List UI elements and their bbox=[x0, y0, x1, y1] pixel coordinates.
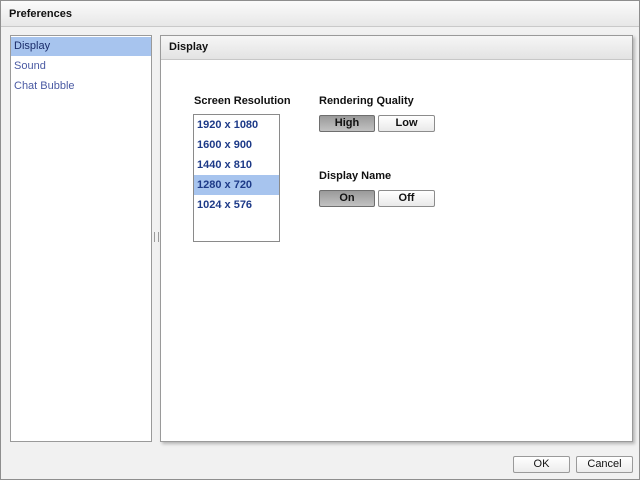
rendering-low-button[interactable]: Low bbox=[378, 115, 435, 132]
display-panel: Display Screen Resolution 1920 x 1080 16… bbox=[160, 35, 633, 442]
screen-resolution-list[interactable]: 1920 x 1080 1600 x 900 1440 x 810 1280 x… bbox=[193, 114, 280, 242]
display-name-label: Display Name bbox=[319, 170, 392, 182]
resolution-option-1440x810[interactable]: 1440 x 810 bbox=[194, 155, 279, 175]
rendering-quality-label: Rendering Quality bbox=[319, 95, 414, 107]
preferences-dialog: Preferences Display Sound Chat Bubble Di… bbox=[0, 0, 640, 480]
display-name-on-button[interactable]: On bbox=[319, 190, 375, 207]
window-title: Preferences bbox=[9, 8, 72, 20]
rendering-high-button[interactable]: High bbox=[319, 115, 375, 132]
screen-resolution-label: Screen Resolution bbox=[194, 95, 291, 107]
panel-title: Display bbox=[161, 36, 632, 60]
ok-button[interactable]: OK bbox=[513, 456, 570, 473]
display-name-off-button[interactable]: Off bbox=[378, 190, 435, 207]
resolution-option-1920x1080[interactable]: 1920 x 1080 bbox=[194, 115, 279, 135]
resolution-option-1280x720[interactable]: 1280 x 720 bbox=[194, 175, 279, 195]
cancel-button[interactable]: Cancel bbox=[576, 456, 633, 473]
nav-item-display[interactable]: Display bbox=[11, 37, 151, 56]
title-bar[interactable]: Preferences bbox=[1, 1, 639, 27]
nav-item-chat-bubble[interactable]: Chat Bubble bbox=[11, 77, 151, 96]
resolution-option-1600x900[interactable]: 1600 x 900 bbox=[194, 135, 279, 155]
category-list: Display Sound Chat Bubble bbox=[10, 35, 152, 442]
splitter-handle[interactable] bbox=[154, 232, 159, 242]
resolution-option-1024x576[interactable]: 1024 x 576 bbox=[194, 195, 279, 215]
nav-item-sound[interactable]: Sound bbox=[11, 57, 151, 76]
